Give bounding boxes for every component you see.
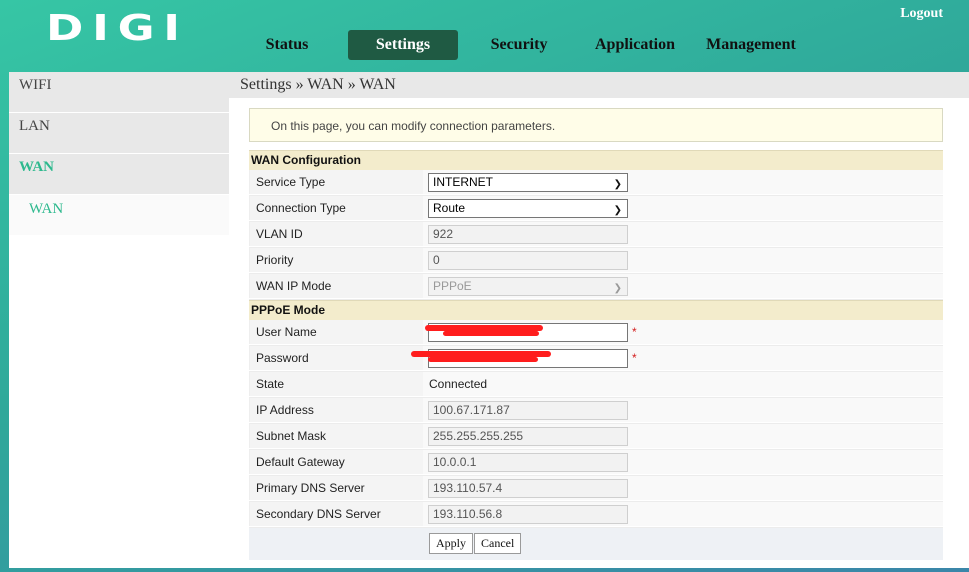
vlan-id-field: 922	[428, 225, 628, 244]
secondary-dns-field: 193.110.56.8	[428, 505, 628, 524]
tab-application[interactable]: Application	[583, 30, 687, 60]
redaction-mark	[443, 331, 539, 336]
label-user-name: User Name	[249, 320, 423, 344]
priority-field: 0	[428, 251, 628, 270]
tab-settings[interactable]: Settings	[348, 30, 458, 60]
required-marker: *	[632, 351, 637, 365]
subnet-mask-field: 255.255.255.255	[428, 427, 628, 446]
wan-ip-mode-value: PPPoE	[433, 279, 472, 293]
sidebar-item-lan[interactable]: LAN	[9, 113, 229, 154]
label-primary-dns: Primary DNS Server	[249, 476, 423, 500]
state-value: Connected	[429, 377, 488, 391]
row-state: State Connected	[249, 372, 943, 398]
tab-management[interactable]: Management	[700, 30, 802, 60]
row-service-type: Service Type INTERNET ❯	[249, 170, 943, 196]
button-row: Apply Cancel	[249, 528, 943, 560]
service-type-select[interactable]: INTERNET ❯	[428, 173, 628, 192]
content-frame: WIFI LAN WAN WAN Settings » WAN » WAN On…	[9, 72, 969, 568]
sidebar-item-wifi[interactable]: WIFI	[9, 72, 229, 113]
label-service-type: Service Type	[249, 170, 423, 194]
chevron-down-icon: ❯	[613, 205, 622, 216]
chevron-down-icon: ❯	[613, 283, 622, 294]
label-secondary-dns: Secondary DNS Server	[249, 502, 423, 526]
row-vlan-id: VLAN ID 922	[249, 222, 943, 248]
sidebar: WIFI LAN WAN WAN	[9, 72, 229, 568]
label-priority: Priority	[249, 248, 423, 272]
apply-button[interactable]: Apply	[429, 533, 473, 554]
row-subnet-mask: Subnet Mask 255.255.255.255	[249, 424, 943, 450]
label-ip-address: IP Address	[249, 398, 423, 422]
row-default-gateway: Default Gateway 10.0.0.1	[249, 450, 943, 476]
label-subnet-mask: Subnet Mask	[249, 424, 423, 448]
wan-ip-mode-select: PPPoE ❯	[428, 277, 628, 296]
row-connection-type: Connection Type Route ❯	[249, 196, 943, 222]
breadcrumb: Settings » WAN » WAN	[229, 72, 969, 98]
row-priority: Priority 0	[249, 248, 943, 274]
label-connection-type: Connection Type	[249, 196, 423, 220]
row-primary-dns: Primary DNS Server 193.110.57.4	[249, 476, 943, 502]
row-wan-ip-mode: WAN IP Mode PPPoE ❯	[249, 274, 943, 300]
wan-form: WAN Configuration Service Type INTERNET …	[249, 150, 943, 560]
redaction-mark	[428, 357, 538, 362]
logout-link[interactable]: Logout	[900, 6, 943, 22]
info-notice: On this page, you can modify connection …	[249, 108, 943, 142]
section-header-pppoe-mode: PPPoE Mode	[249, 300, 943, 320]
label-wan-ip-mode: WAN IP Mode	[249, 274, 423, 298]
digi-logo: DIGI	[46, 8, 189, 49]
label-default-gateway: Default Gateway	[249, 450, 423, 474]
sidebar-subitem-wan[interactable]: WAN	[9, 195, 229, 235]
row-password: Password *	[249, 346, 943, 372]
connection-type-value: Route	[433, 201, 466, 215]
tab-status[interactable]: Status	[248, 30, 326, 60]
header: DIGI Logout Status Settings Security App…	[0, 0, 969, 70]
section-header-wan-configuration: WAN Configuration	[249, 150, 943, 170]
service-type-value: INTERNET	[433, 175, 493, 189]
row-secondary-dns: Secondary DNS Server 193.110.56.8	[249, 502, 943, 528]
default-gateway-field: 10.0.0.1	[428, 453, 628, 472]
label-vlan-id: VLAN ID	[249, 222, 423, 246]
label-password: Password	[249, 346, 423, 370]
connection-type-select[interactable]: Route ❯	[428, 199, 628, 218]
cancel-button[interactable]: Cancel	[474, 533, 522, 554]
chevron-down-icon: ❯	[613, 179, 622, 190]
label-state: State	[249, 372, 423, 396]
required-marker: *	[632, 325, 637, 339]
row-ip-address: IP Address 100.67.171.87	[249, 398, 943, 424]
sidebar-item-wan[interactable]: WAN	[9, 154, 229, 195]
primary-dns-field: 193.110.57.4	[428, 479, 628, 498]
row-user-name: User Name *	[249, 320, 943, 346]
ip-address-field: 100.67.171.87	[428, 401, 628, 420]
tab-security[interactable]: Security	[478, 30, 560, 60]
